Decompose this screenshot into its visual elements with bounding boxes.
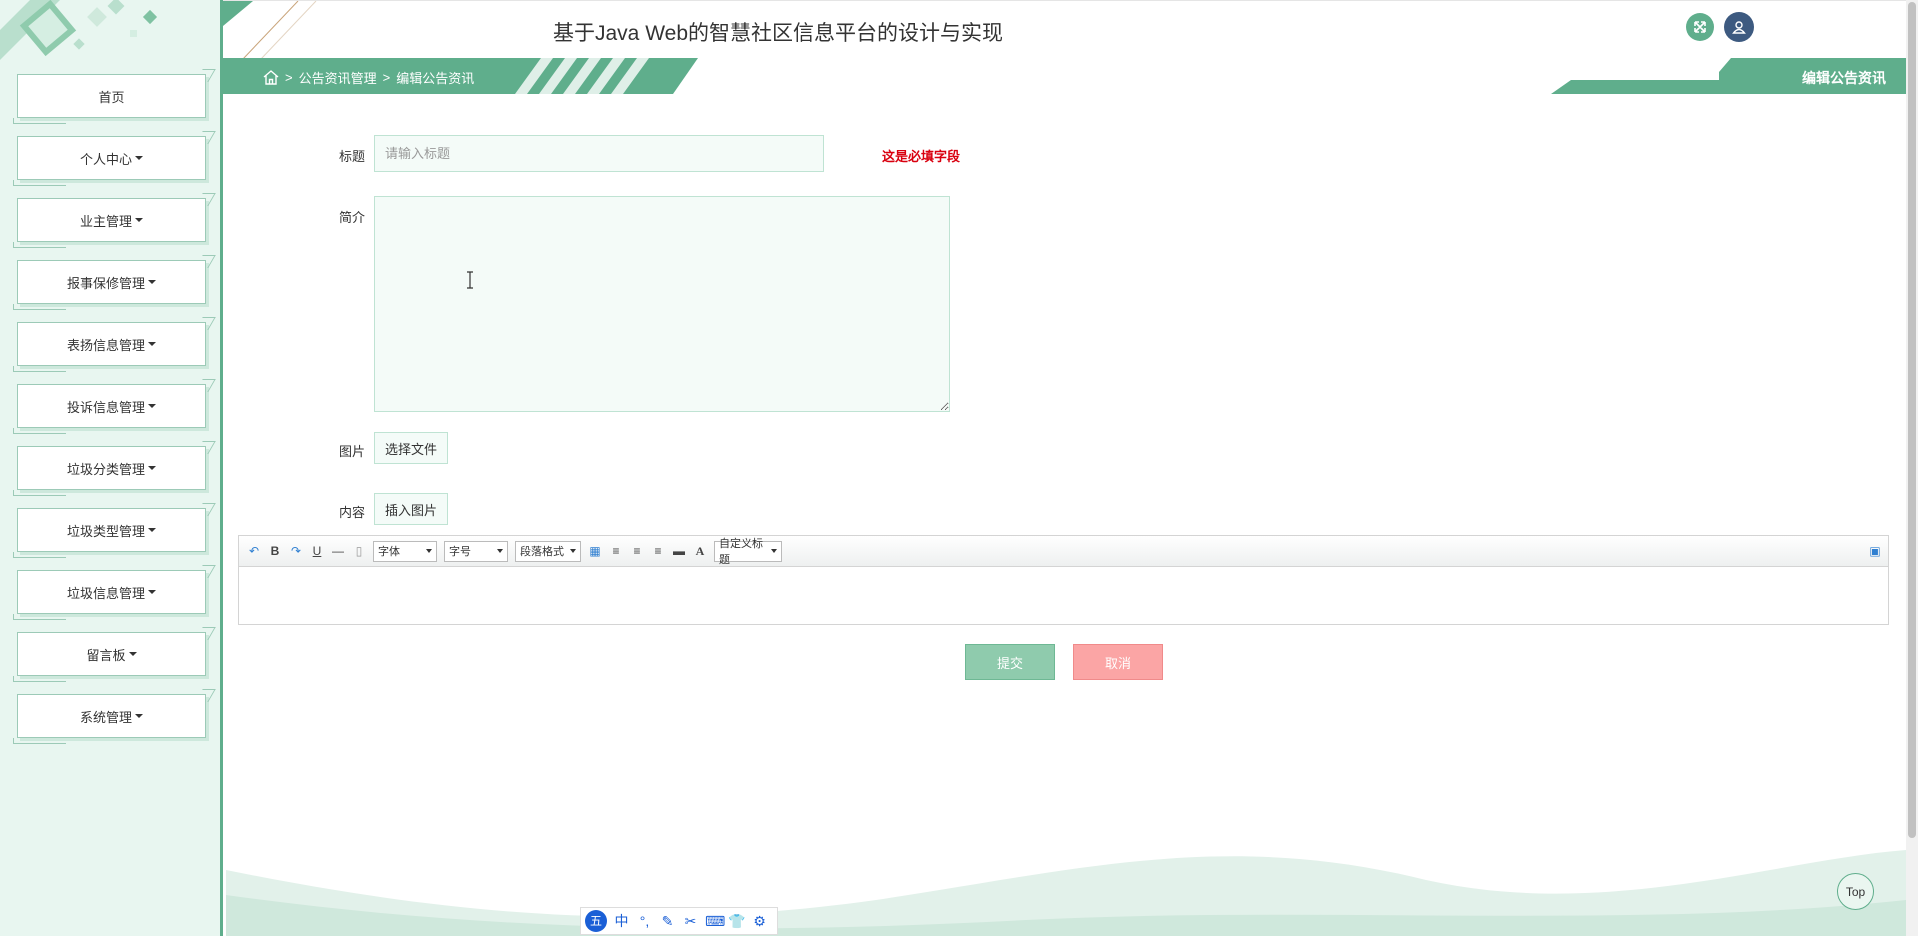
content-label: 内容	[339, 505, 366, 520]
sidebar-item-4[interactable]: 表扬信息管理	[13, 322, 206, 372]
editor-toolbar: ↶ B ↷ U — ▯ 字体 字号 段落格式 ▦ ≡ ≡ ≡ ▬ A 自定义标题…	[239, 536, 1888, 567]
align-justify-icon[interactable]: ▬	[672, 544, 686, 558]
caret-down-icon	[148, 280, 156, 284]
header-decoration	[223, 1, 317, 59]
caret-down-icon	[148, 404, 156, 408]
table-icon[interactable]: ▦	[588, 544, 602, 558]
horizontal-rule-icon[interactable]: —	[331, 544, 345, 558]
summary-textarea[interactable]	[374, 196, 950, 412]
align-left-icon[interactable]: ≡	[609, 544, 623, 558]
sidebar-item-2[interactable]: 业主管理	[13, 198, 206, 248]
undo-icon[interactable]: ↶	[247, 544, 261, 558]
insert-image-button[interactable]: 插入图片	[374, 493, 449, 525]
sidebar-item-1[interactable]: 个人中心	[13, 136, 206, 186]
sidebar-decoration	[0, 0, 158, 60]
caret-down-icon	[128, 652, 137, 656]
fullscreen-icon	[1694, 21, 1706, 33]
align-center-icon[interactable]: ≡	[651, 544, 665, 558]
paragraph-select[interactable]: 段落格式	[515, 540, 581, 562]
sidebar-item-label: 首页	[98, 89, 125, 105]
caret-down-icon	[135, 218, 143, 222]
breadcrumb: > 公告资讯管理 > 编辑公告资讯	[263, 68, 474, 87]
footer-wave-decoration	[226, 850, 1906, 936]
app-title: 基于Java Web的智慧社区信息平台的设计与实现	[553, 22, 1003, 45]
align-right-icon[interactable]: ≡	[630, 544, 644, 558]
sidebar: 首页个人中心业主管理报事保修管理 表扬信息管理 投诉信息管理 垃圾分类管理 垃圾类型管理…	[0, 0, 223, 936]
sidebar-item-3[interactable]: 报事保修管理	[13, 260, 206, 310]
user-button[interactable]	[1724, 12, 1754, 42]
paste-icon[interactable]: ▯	[352, 544, 366, 558]
font-size-select[interactable]: 字号	[444, 540, 508, 562]
page-scrollbar[interactable]	[1906, 0, 1918, 936]
caret-down-icon	[148, 528, 156, 532]
caret-down-icon	[135, 156, 143, 160]
sidebar-item-0[interactable]: 首页	[13, 74, 206, 124]
sidebar-item-label: 表扬信息管理	[66, 337, 145, 353]
title-label: 标题	[339, 149, 366, 164]
ime-logo-icon[interactable]: 五	[585, 910, 607, 932]
sidebar-item-6[interactable]: 垃圾分类管理	[13, 446, 206, 496]
custom-title-select[interactable]: 自定义标题	[714, 538, 782, 566]
page-tag-label: 编辑公告资讯	[1802, 70, 1886, 86]
sidebar-item-label: 报事保修管理	[66, 275, 145, 291]
fullscreen-button[interactable]	[1686, 13, 1714, 41]
rich-text-editor: ↶ B ↷ U — ▯ 字体 字号 段落格式 ▦ ≡ ≡ ≡ ▬ A 自定义标题…	[238, 535, 1889, 625]
ime-scissors-icon[interactable]: ✂	[682, 913, 699, 930]
caret-down-icon	[148, 590, 156, 594]
text-cursor-icon	[467, 271, 473, 289]
sidebar-item-label: 留言板	[86, 647, 126, 663]
editor-content-area[interactable]	[239, 567, 1888, 624]
sidebar-item-label: 垃圾类型管理	[66, 523, 145, 539]
sidebar-item-label: 系统管理	[79, 709, 132, 725]
ime-chinese-mode-icon[interactable]: 中	[613, 911, 630, 931]
back-to-top-button[interactable]: Top	[1837, 873, 1874, 910]
sidebar-item-10[interactable]: 系统管理	[13, 694, 206, 744]
image-label: 图片	[339, 444, 366, 459]
caret-down-icon	[148, 466, 156, 470]
paragraph-value: 段落格式	[520, 546, 564, 558]
sidebar-item-label: 投诉信息管理	[66, 399, 145, 415]
ime-keyboard-icon[interactable]: ⌨	[705, 913, 725, 930]
sidebar-item-9[interactable]: 留言板	[13, 632, 206, 682]
summary-label: 简介	[339, 210, 366, 225]
font-family-select[interactable]: 字体	[373, 540, 437, 562]
required-field-message: 这是必填字段	[882, 149, 961, 164]
ime-settings-icon[interactable]: ⚙	[751, 913, 768, 930]
header: 基于Java Web的智慧社区信息平台的设计与实现	[223, 0, 1918, 59]
cancel-button[interactable]: 取消	[1073, 644, 1163, 680]
ime-toolbar: 五 中 °, ✎ ✂ ⌨ 👕 ⚙	[580, 907, 778, 935]
sidebar-item-5[interactable]: 投诉信息管理	[13, 384, 206, 434]
ime-punctuation-icon[interactable]: °,	[636, 913, 653, 929]
ime-handwriting-icon[interactable]: ✎	[659, 913, 676, 930]
caret-down-icon	[148, 342, 156, 346]
breadcrumb-separator: >	[382, 70, 391, 85]
underline-icon[interactable]: U	[310, 544, 324, 558]
breadcrumb-separator: >	[285, 70, 293, 85]
sidebar-item-label: 垃圾信息管理	[66, 585, 145, 601]
font-color-icon[interactable]: A	[693, 544, 707, 559]
breadcrumb-section[interactable]: 公告资讯管理	[299, 68, 377, 87]
submit-button[interactable]: 提交	[965, 644, 1055, 680]
sidebar-item-7[interactable]: 垃圾类型管理	[13, 508, 206, 558]
font-size-value: 字号	[449, 546, 471, 558]
redo-icon[interactable]: ↷	[289, 544, 303, 558]
page-tag: 编辑公告资讯	[1551, 58, 1906, 94]
user-icon	[1732, 21, 1746, 34]
custom-title-value: 自定义标题	[719, 538, 763, 566]
sidebar-item-label: 业主管理	[79, 213, 132, 229]
home-icon[interactable]	[263, 70, 279, 85]
sidebar-item-label: 个人中心	[79, 151, 132, 167]
sidebar-item-label: 垃圾分类管理	[66, 461, 145, 477]
choose-file-button[interactable]: 选择文件	[374, 432, 449, 464]
breadcrumb-bar: > 公告资讯管理 > 编辑公告资讯	[223, 58, 698, 94]
sidebar-item-8[interactable]: 垃圾信息管理	[13, 570, 206, 620]
breadcrumb-current: 编辑公告资讯	[396, 71, 475, 86]
source-code-icon[interactable]: ▣	[1868, 544, 1882, 558]
caret-down-icon	[135, 714, 143, 718]
ime-skin-icon[interactable]: 👕	[728, 913, 745, 930]
font-family-value: 字体	[378, 546, 400, 558]
bold-icon[interactable]: B	[268, 544, 282, 558]
scrollbar-thumb[interactable]	[1908, 2, 1916, 838]
title-input[interactable]	[374, 135, 824, 172]
